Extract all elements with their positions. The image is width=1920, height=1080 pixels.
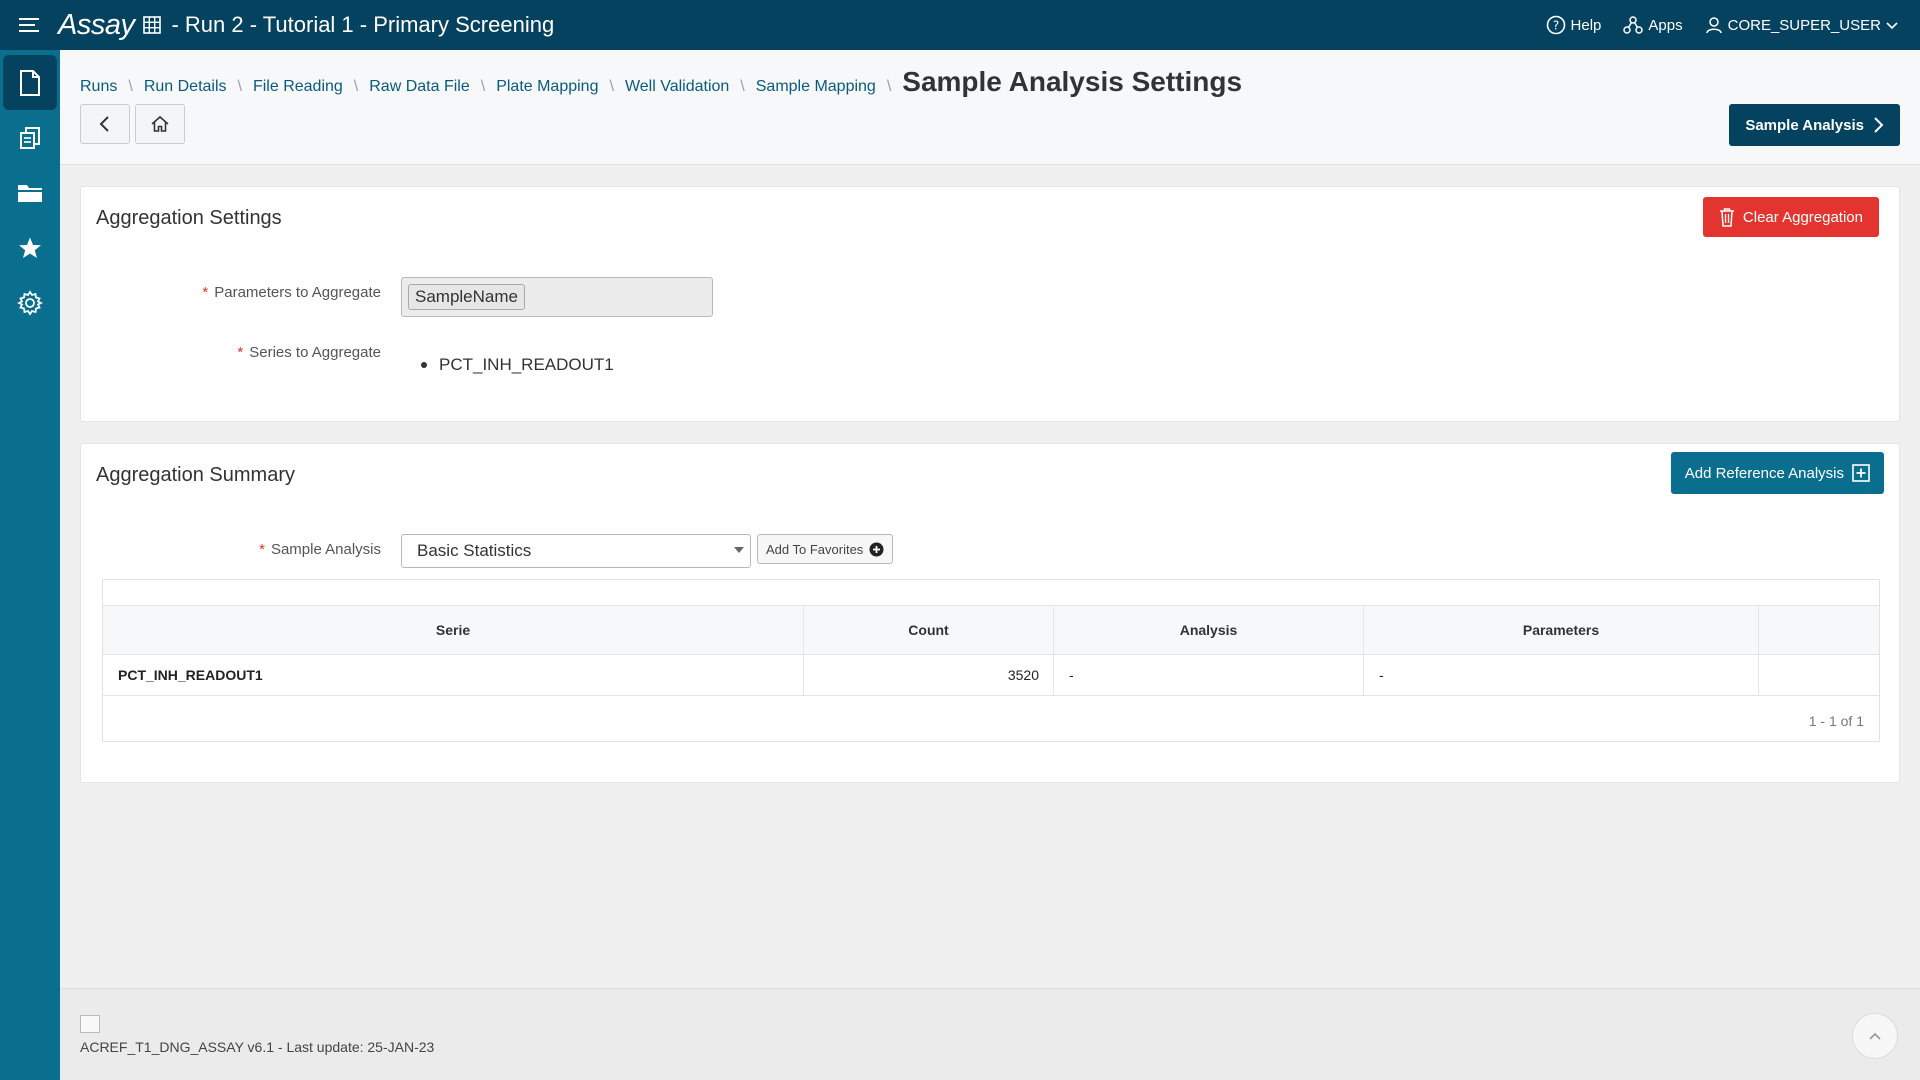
sidebar-item-folder[interactable] (0, 165, 60, 220)
broken-image-icon (80, 1015, 100, 1033)
breadcrumb-runs[interactable]: Runs (80, 78, 117, 96)
breadcrumb-separator: \ (740, 78, 745, 95)
aggregation-settings-panel: Aggregation Settings Clear Aggregation *… (80, 186, 1900, 422)
user-menu[interactable]: CORE_SUPER_USER (1705, 16, 1898, 34)
page-header: Runs \ Run Details \ File Reading \ Raw … (60, 50, 1920, 165)
breadcrumb-plate-mapping[interactable]: Plate Mapping (496, 78, 598, 96)
sidebar-item-settings[interactable] (0, 275, 60, 330)
run-title: - Run 2 - Tutorial 1 - Primary Screening (171, 12, 555, 37)
apps-label: Apps (1648, 16, 1683, 34)
page-title: Sample Analysis Settings (902, 66, 1243, 97)
apps-icon (1623, 16, 1644, 34)
apps-link[interactable]: Apps (1623, 15, 1683, 35)
series-item: PCT_INH_READOUT1 (439, 355, 614, 374)
breadcrumb-run-details[interactable]: Run Details (144, 78, 227, 96)
cell-count: 3520 (804, 655, 1054, 695)
sample-analysis-button-label: Sample Analysis (1745, 116, 1864, 134)
copy-documents-icon (20, 126, 40, 149)
table-row[interactable]: PCT_INH_READOUT1 3520 - - (103, 655, 1879, 696)
folder-icon (18, 184, 42, 202)
app-name: Assay (58, 8, 135, 41)
user-icon (1705, 17, 1722, 34)
help-icon: ? (1546, 15, 1565, 35)
breadcrumb-separator: \ (609, 78, 614, 95)
column-header-actions (1759, 606, 1879, 654)
column-header-parameters[interactable]: Parameters (1364, 606, 1759, 654)
chevron-left-icon (99, 116, 109, 132)
footer-version-text: ACREF_T1_DNG_ASSAY v6.1 - Last update: 2… (80, 1039, 435, 1055)
parameters-tag-input[interactable]: SampleName (401, 277, 713, 317)
footer: ACREF_T1_DNG_ASSAY v6.1 - Last update: 2… (60, 988, 1920, 1080)
sidebar-item-favorites[interactable] (0, 220, 60, 275)
sidebar-item-document[interactable] (3, 55, 57, 110)
parameters-label: * Parameters to Aggregate (202, 284, 381, 301)
add-reference-analysis-label: Add Reference Analysis (1684, 464, 1844, 482)
add-to-favorites-label: Add To Favorites (766, 541, 864, 557)
pagination-info: 1 - 1 of 1 (1808, 713, 1864, 729)
cell-parameters: - (1364, 655, 1759, 695)
parameter-tag[interactable]: SampleName (408, 284, 525, 310)
aggregation-settings-title: Aggregation Settings (96, 207, 282, 229)
dropdown-arrow-icon (734, 547, 744, 553)
chevron-down-icon (1886, 22, 1898, 30)
breadcrumb-separator: \ (128, 78, 133, 95)
top-bar: Assay - Run 2 - Tutorial 1 - Primary Scr… (0, 0, 1920, 50)
aggregation-summary-title: Aggregation Summary (96, 464, 295, 486)
series-label: * Series to Aggregate (237, 344, 381, 361)
sidebar (0, 50, 60, 1080)
cell-analysis: - (1054, 655, 1364, 695)
document-icon (20, 69, 40, 96)
back-button[interactable] (80, 104, 130, 144)
column-header-serie[interactable]: Serie (103, 606, 804, 654)
hamburger-menu-icon[interactable] (0, 0, 60, 50)
breadcrumb-raw-data-file[interactable]: Raw Data File (369, 78, 469, 96)
star-icon (19, 237, 41, 258)
chevron-right-icon (1874, 117, 1884, 133)
table-header-row: Serie Count Analysis Parameters (103, 605, 1879, 655)
breadcrumb-separator: \ (480, 78, 486, 95)
column-header-count[interactable]: Count (804, 606, 1054, 654)
plus-square-icon (1852, 464, 1870, 482)
aggregation-summary-panel: Aggregation Summary Add Reference Analys… (80, 443, 1900, 783)
breadcrumb-separator: \ (886, 78, 892, 95)
aggregation-summary-table: Serie Count Analysis Parameters PCT_INH_… (102, 579, 1880, 742)
user-name: CORE_SUPER_USER (1727, 16, 1881, 34)
breadcrumb-sample-mapping[interactable]: Sample Mapping (756, 78, 876, 96)
gear-icon (17, 289, 43, 316)
trash-icon (1719, 208, 1734, 227)
add-to-favorites-button[interactable]: Add To Favorites (757, 534, 894, 564)
add-reference-analysis-button[interactable]: Add Reference Analysis (1670, 452, 1884, 494)
help-label: Help (1570, 16, 1602, 34)
breadcrumb-file-reading[interactable]: File Reading (253, 78, 343, 96)
help-link[interactable]: ? Help (1546, 15, 1602, 35)
svg-text:?: ? (1552, 19, 1558, 33)
chevron-up-icon (1869, 1032, 1881, 1040)
breadcrumb-separator: \ (353, 78, 359, 95)
home-button[interactable] (135, 104, 185, 144)
sample-analysis-label: * Sample Analysis (259, 541, 381, 558)
column-header-analysis[interactable]: Analysis (1054, 606, 1364, 654)
sample-analysis-select[interactable]: Basic Statistics (401, 534, 751, 568)
list-bullet (421, 362, 427, 368)
clear-aggregation-button[interactable]: Clear Aggregation (1702, 197, 1879, 237)
clear-aggregation-label: Clear Aggregation (1742, 208, 1863, 226)
breadcrumb: Runs \ Run Details \ File Reading \ Raw … (80, 66, 1242, 98)
table-grid-icon[interactable] (143, 16, 162, 34)
home-icon (151, 115, 169, 132)
sample-analysis-button[interactable]: Sample Analysis (1729, 104, 1900, 146)
series-list: PCT_INH_READOUT1 (421, 355, 614, 375)
cell-serie: PCT_INH_READOUT1 (103, 655, 804, 695)
breadcrumb-separator: \ (237, 78, 242, 95)
plus-circle-icon (869, 542, 884, 556)
breadcrumb-well-validation[interactable]: Well Validation (625, 78, 729, 96)
sidebar-item-copies[interactable] (0, 110, 60, 165)
sample-analysis-selected-value: Basic Statistics (417, 541, 532, 560)
cell-actions (1759, 655, 1879, 695)
scroll-to-top-button[interactable] (1852, 1013, 1898, 1059)
